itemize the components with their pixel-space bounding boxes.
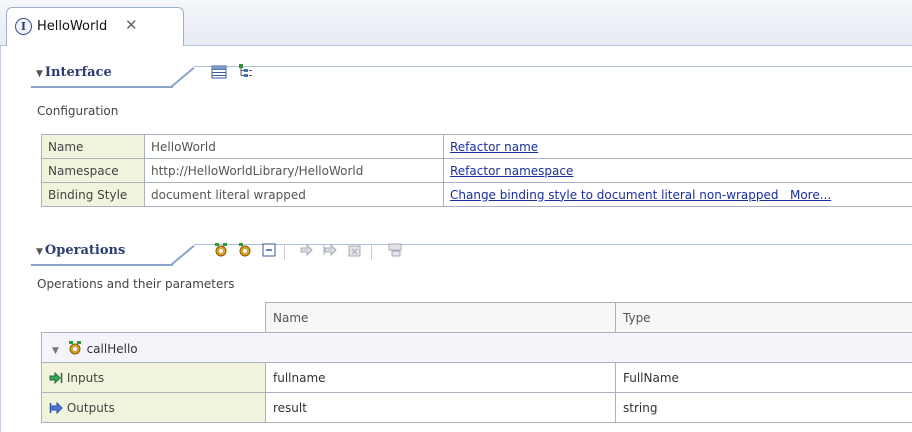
operations-table: Name Type ▼ callHello Inputs fullname Fu… <box>41 302 912 423</box>
collapse-icon[interactable] <box>261 242 277 258</box>
refactor-namespace-link[interactable]: Refactor namespace <box>450 164 573 178</box>
tab-title: HelloWorld <box>37 19 108 34</box>
column-header-name[interactable]: Name <box>265 302 616 333</box>
tree-view-icon[interactable] <box>237 63 253 79</box>
operation-row[interactable]: ▼ callHello <box>41 332 912 363</box>
operations-section-toggle[interactable]: ▼ Operations <box>36 243 125 258</box>
close-icon[interactable]: ✕ <box>125 16 138 34</box>
operations-description: Operations and their parameters <box>37 277 235 291</box>
interface-icon: I <box>15 18 32 35</box>
interface-description: Configuration <box>37 104 119 118</box>
operation-icon <box>68 340 81 354</box>
table-row: Name HelloWorld Refactor name <box>41 134 912 159</box>
add-request-response-icon[interactable] <box>213 242 229 258</box>
param-type[interactable]: string <box>615 392 912 423</box>
header-blank <box>41 302 266 333</box>
toolbar-separator <box>371 244 372 260</box>
operation-name: callHello <box>86 341 138 356</box>
change-binding-style-link[interactable]: Change binding style to document literal… <box>450 188 779 202</box>
add-one-way-icon[interactable] <box>237 242 253 258</box>
refactor-name-link[interactable]: Refactor name <box>450 140 538 154</box>
config-label: Name <box>41 134 145 159</box>
add-output-icon[interactable] <box>323 242 339 258</box>
input-arrow-icon <box>49 371 63 384</box>
param-name[interactable]: fullname <box>265 362 616 393</box>
configuration-table: Name HelloWorld Refactor name Namespace … <box>41 134 912 207</box>
config-value: document literal wrapped <box>144 182 444 207</box>
add-input-icon[interactable] <box>299 242 315 258</box>
section-top-line <box>194 66 912 67</box>
table-row: Namespace http://HelloWorldLibrary/Hello… <box>41 158 912 183</box>
interface-section-toggle[interactable]: ▼ Interface <box>36 65 112 80</box>
expand-arrow-icon[interactable]: ▼ <box>52 346 59 356</box>
param-kind: Outputs <box>66 400 115 415</box>
config-value: HelloWorld <box>144 134 444 159</box>
add-fault-icon[interactable] <box>347 242 363 258</box>
more-link[interactable]: More... <box>790 188 831 202</box>
section-underline <box>31 86 173 88</box>
table-header-row: Name Type <box>41 302 912 333</box>
toolbar-separator <box>284 244 285 260</box>
editor-tab-bar: I HelloWorld ✕ <box>0 0 912 47</box>
param-type[interactable]: FullName <box>615 362 912 393</box>
config-value: http://HelloWorldLibrary/HelloWorld <box>144 158 444 183</box>
param-kind: Inputs <box>66 370 105 385</box>
section-underline <box>31 264 173 266</box>
param-name[interactable]: result <box>265 392 616 423</box>
config-label: Binding Style <box>41 182 145 207</box>
table-row[interactable]: Outputs result string <box>41 392 912 423</box>
output-arrow-icon <box>49 401 63 414</box>
config-label: Namespace <box>41 158 145 183</box>
table-view-icon[interactable] <box>211 64 227 80</box>
table-row[interactable]: Inputs fullname FullName <box>41 362 912 393</box>
column-header-type[interactable]: Type <box>615 302 912 333</box>
editor-tab-helloworld[interactable]: I HelloWorld ✕ <box>6 7 184 47</box>
remove-icon[interactable] <box>387 242 403 258</box>
table-row: Binding Style document literal wrapped C… <box>41 182 912 207</box>
interface-section-header: ▼ Interface <box>31 58 912 86</box>
interface-editor: ▼ Interface Configuration ▼ Operations O… <box>0 46 912 432</box>
operations-section-header: ▼ Operations <box>31 236 912 264</box>
